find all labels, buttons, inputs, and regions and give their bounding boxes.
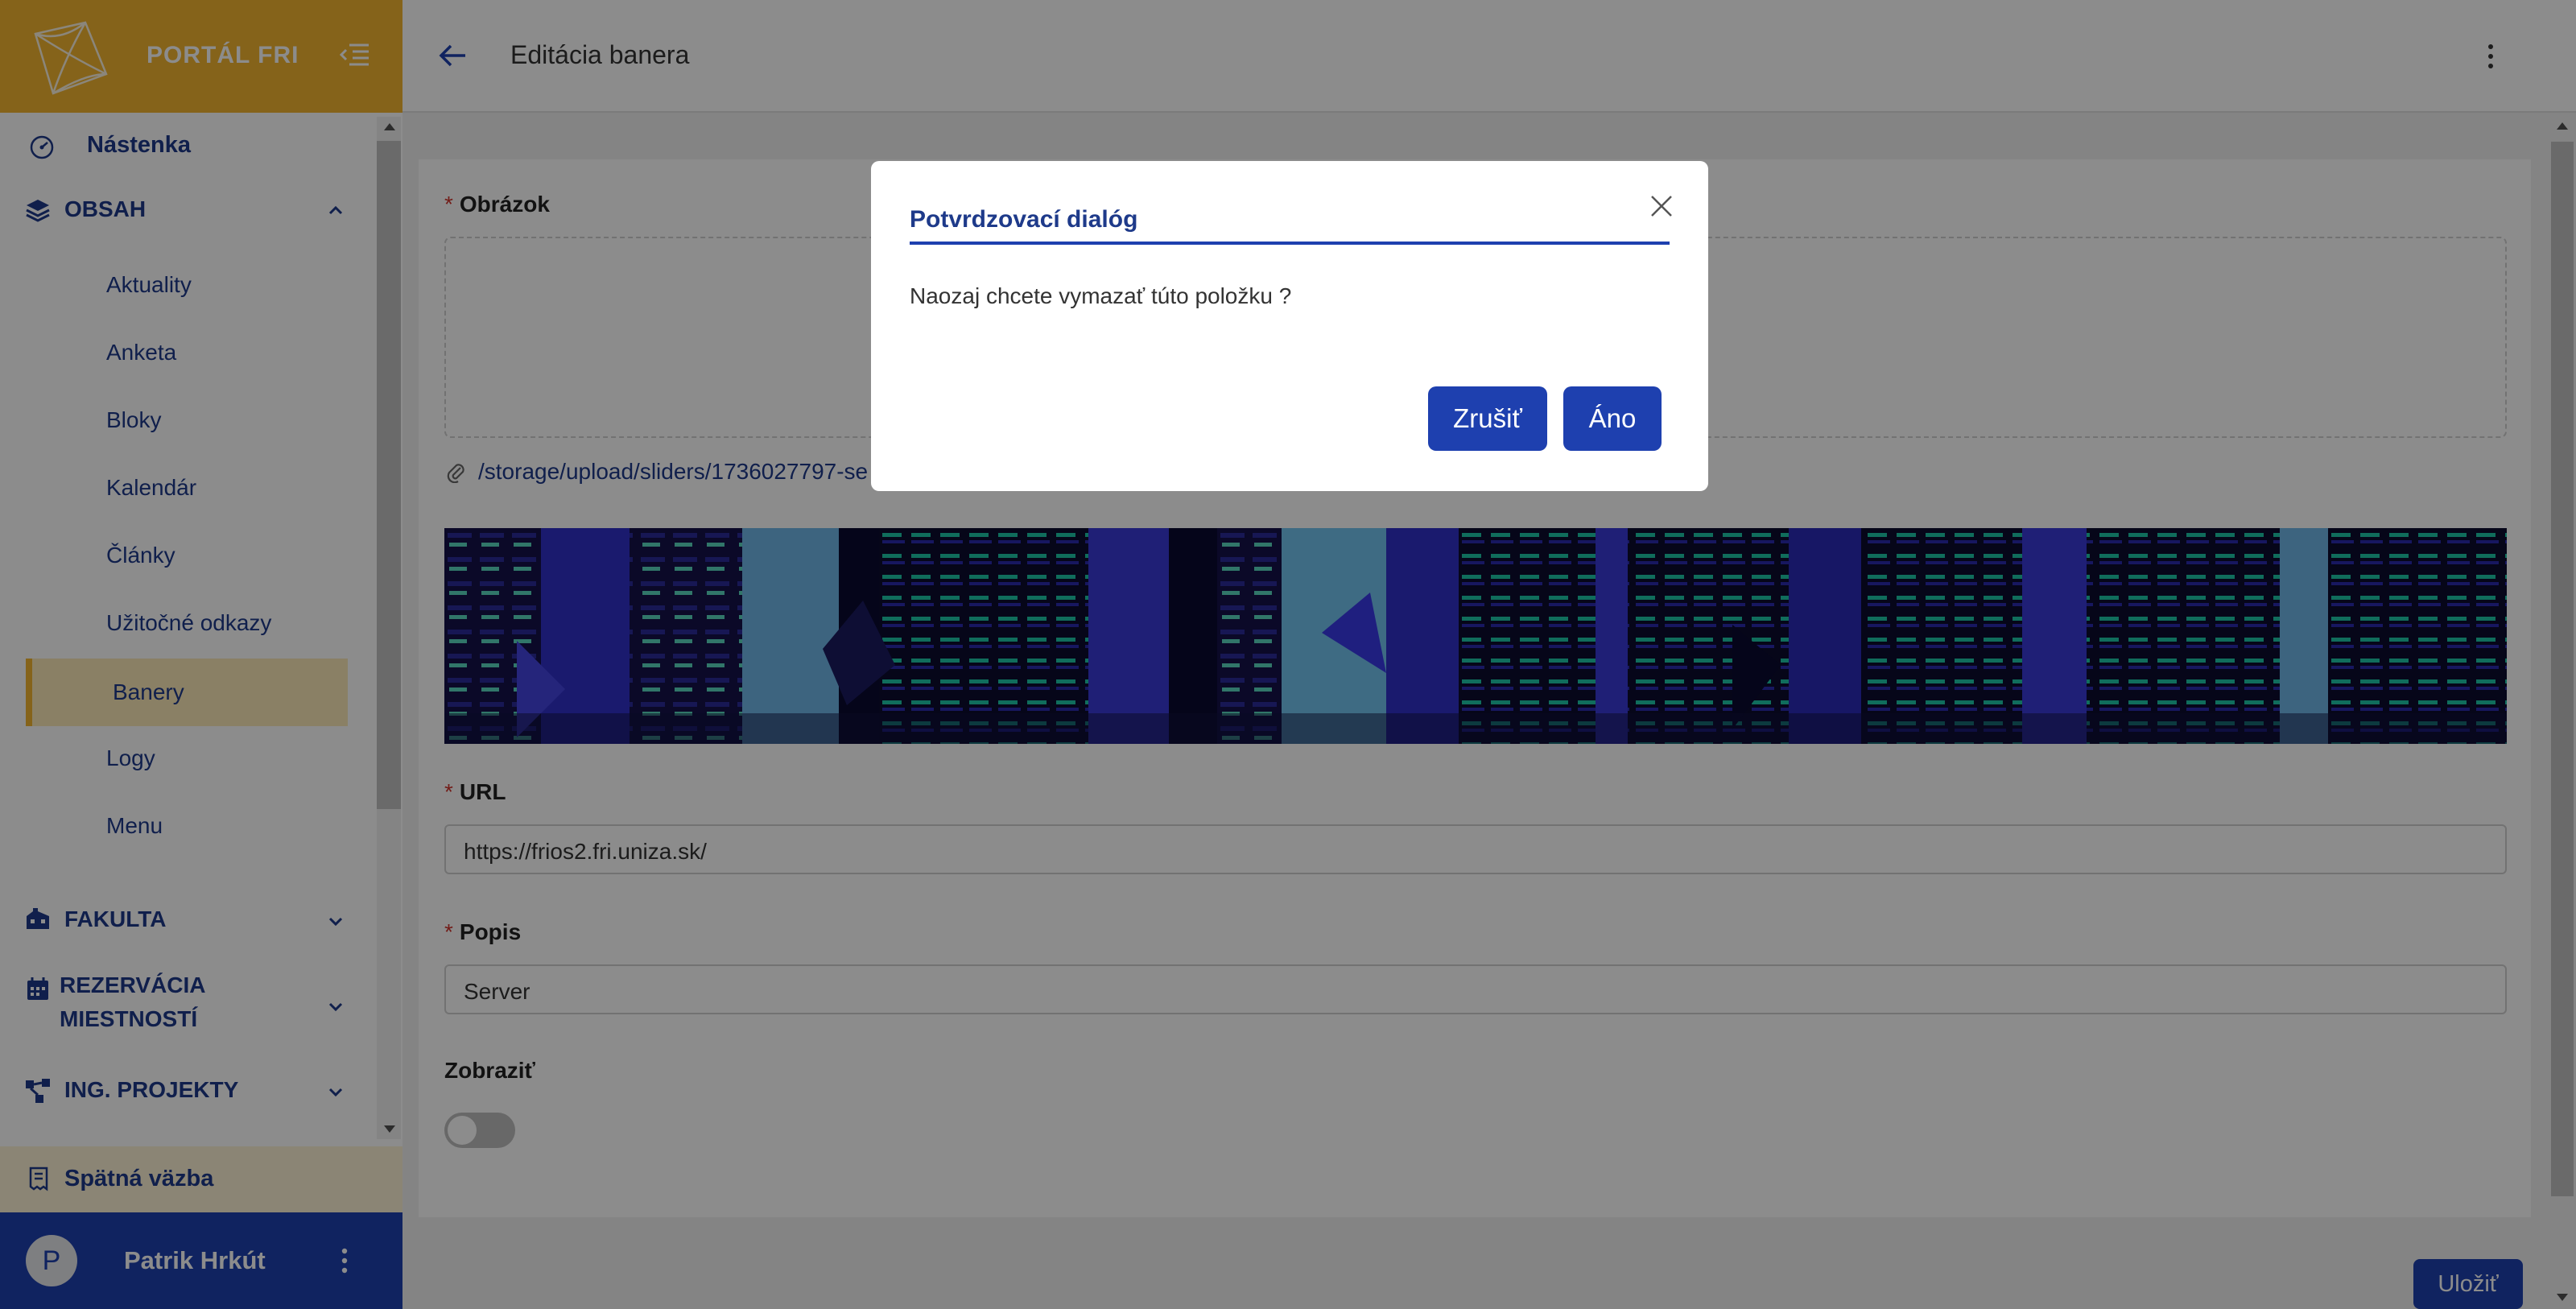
dialog-message: Naozaj chcete vymazať túto položku ? [910, 283, 1292, 308]
cancel-button[interactable]: Zrušiť [1428, 386, 1547, 451]
close-icon[interactable] [1647, 192, 1676, 221]
dialog-title-underline [910, 242, 1670, 245]
dialog-title: Potvrdzovací dialóg [910, 206, 1138, 233]
confirm-dialog: Potvrdzovací dialóg Naozaj chcete vymaza… [871, 161, 1708, 491]
confirm-button[interactable]: Áno [1563, 386, 1662, 451]
